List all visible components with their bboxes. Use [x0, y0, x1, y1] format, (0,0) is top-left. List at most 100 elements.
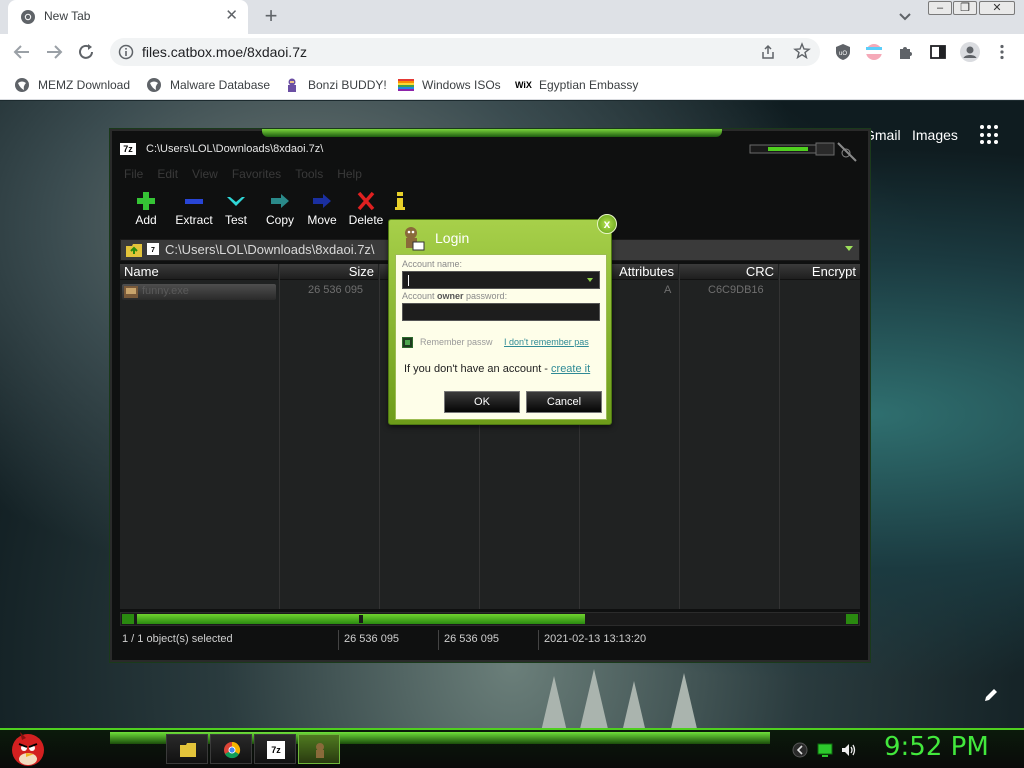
- exe-file-icon: [124, 286, 138, 298]
- sevenzip-path-text[interactable]: C:\Users\LOL\Downloads\8xdaoi.7z\: [165, 242, 395, 259]
- table-row[interactable]: funny.exe: [122, 284, 276, 300]
- login-form: Account name: Account owner password: Re…: [395, 254, 607, 420]
- bookmark-bonzi-buddy[interactable]: Bonzi BUDDY!: [284, 76, 387, 94]
- sevenzip-window-title: C:\Users\LOL\Downloads\8xdaoi.7z\: [146, 143, 324, 155]
- forward-arrow-icon[interactable]: [42, 40, 66, 64]
- column-encrypted: Encrypt: [780, 264, 860, 609]
- chrome-icon: [224, 741, 241, 759]
- bookmark-malware-database[interactable]: Malware Database: [146, 76, 270, 94]
- tray-arrow-icon[interactable]: [792, 742, 808, 758]
- add-label: Add: [135, 213, 157, 227]
- taskbar-bonzi[interactable]: [298, 734, 340, 764]
- cancel-button[interactable]: Cancel: [526, 391, 602, 413]
- profile-avatar-icon[interactable]: [960, 42, 980, 62]
- account-name-input[interactable]: [402, 271, 600, 289]
- menu-edit[interactable]: Edit: [157, 167, 178, 183]
- bookmark-egyptian-embassy[interactable]: WiX Egyptian Embassy: [515, 76, 638, 94]
- password-input[interactable]: [402, 303, 600, 321]
- tab-search-chevron-icon[interactable]: [895, 9, 915, 25]
- folder-up-icon[interactable]: [125, 242, 143, 258]
- status-modified: 2021-02-13 13:13:20: [544, 633, 647, 645]
- ok-button[interactable]: OK: [444, 391, 520, 413]
- taskbar-chrome[interactable]: [210, 734, 252, 764]
- menu-help[interactable]: Help: [337, 167, 362, 183]
- menu-file[interactable]: File: [124, 167, 143, 183]
- create-account-link[interactable]: create it: [551, 363, 590, 375]
- new-tab-button[interactable]: +: [259, 4, 283, 28]
- forgot-password-link[interactable]: I don't remember pas: [504, 337, 600, 347]
- network-monitor-icon[interactable]: [817, 742, 833, 758]
- taskbar-clock[interactable]: 9:52 PM: [884, 732, 989, 762]
- sevenzip-taskbar-icon: 7z: [267, 741, 285, 759]
- site-info-icon[interactable]: [118, 44, 134, 60]
- bookmark-label: Windows ISOs: [422, 78, 501, 92]
- login-close-button[interactable]: x: [597, 214, 617, 234]
- volume-icon[interactable]: [841, 742, 857, 758]
- bookmark-label: Egyptian Embassy: [539, 78, 639, 92]
- column-header-size[interactable]: Size: [280, 264, 378, 280]
- extract-label: Extract: [175, 213, 213, 227]
- account-name-label: Account name:: [402, 259, 463, 269]
- tab-title: New Tab: [44, 9, 91, 23]
- maximize-button[interactable]: ❐: [953, 1, 977, 15]
- share-icon[interactable]: [760, 44, 776, 60]
- extensions-puzzle-icon[interactable]: [897, 43, 915, 61]
- window-caption-buttons[interactable]: [748, 141, 858, 163]
- globe-icon: [147, 78, 161, 92]
- side-panel-icon[interactable]: [929, 43, 947, 61]
- folder-icon: [180, 743, 196, 757]
- minimize-button[interactable]: –: [928, 1, 952, 15]
- bookmark-windows-isos[interactable]: Windows ISOs: [398, 76, 501, 94]
- url-text[interactable]: files.catbox.moe/8xdaoi.7z: [142, 44, 307, 60]
- status-size: 26 536 095: [344, 633, 400, 645]
- browser-menu-icon[interactable]: [993, 43, 1011, 61]
- copy-label: Copy: [265, 213, 294, 227]
- minus-icon: [185, 199, 203, 204]
- chrome-icon: [21, 10, 35, 24]
- login-dialog: Login x Account name: Account owner pass…: [388, 214, 617, 425]
- google-apps-icon[interactable]: [980, 125, 1000, 145]
- column-header-crc[interactable]: CRC: [680, 264, 778, 280]
- login-dialog-title: Login: [435, 230, 470, 246]
- taskbar-7zip[interactable]: 7z: [254, 734, 296, 764]
- file-name: funny.exe: [142, 285, 189, 297]
- angry-bird-start-icon[interactable]: [8, 726, 48, 768]
- menu-tools[interactable]: Tools: [295, 167, 323, 183]
- column-header-name[interactable]: Name: [120, 264, 278, 280]
- scroll-right-icon[interactable]: [846, 614, 858, 624]
- close-window-button[interactable]: ✕: [979, 1, 1015, 15]
- svg-text:7: 7: [151, 247, 155, 254]
- horizontal-scrollbar[interactable]: [120, 612, 860, 626]
- back-arrow-icon[interactable]: [10, 40, 34, 64]
- file-attributes: A: [664, 284, 672, 296]
- bookmark-star-icon[interactable]: [793, 42, 811, 60]
- browser-tab-new-tab[interactable]: New Tab ✕: [8, 0, 248, 34]
- images-link[interactable]: Images: [912, 127, 958, 143]
- pencil-icon[interactable]: [982, 686, 1000, 704]
- bookmark-label: Malware Database: [170, 78, 271, 92]
- copy-arrow-icon: [271, 194, 289, 208]
- no-account-text: If you don't have an account - create it: [404, 363, 591, 375]
- column-header-encrypted[interactable]: Encrypt: [780, 264, 860, 280]
- pride-extension-icon[interactable]: [865, 43, 883, 61]
- bookmarks-bar: MEMZ Download Malware Database Bonzi BUD…: [0, 70, 1024, 100]
- scroll-left-icon[interactable]: [122, 614, 134, 624]
- chevron-down-icon[interactable]: [587, 278, 593, 282]
- tab-close-icon[interactable]: ✕: [225, 8, 238, 24]
- menu-favorites[interactable]: Favorites: [232, 167, 281, 183]
- wallpaper-decoration: [540, 676, 568, 728]
- page-viewport: Gmail Images 7z C:\Users\LOL\Downloads\8…: [0, 101, 1024, 728]
- add-button[interactable]: Add: [120, 189, 172, 235]
- chevron-down-icon[interactable]: [845, 246, 853, 251]
- remember-password-checkbox[interactable]: [402, 337, 413, 348]
- bookmark-memz-download[interactable]: MEMZ Download: [14, 76, 130, 94]
- scrollbar-grip-icon: [359, 615, 363, 623]
- menu-view[interactable]: View: [192, 167, 218, 183]
- status-selected: 1 / 1 object(s) selected: [122, 633, 233, 645]
- reload-icon[interactable]: [74, 40, 98, 64]
- text-caret: [408, 275, 409, 286]
- ublock-shield-icon[interactable]: uO: [834, 43, 852, 61]
- taskbar-explorer[interactable]: [166, 734, 208, 764]
- column-size: Size 26 536 095: [280, 264, 380, 609]
- address-bar[interactable]: files.catbox.moe/8xdaoi.7z: [110, 38, 820, 66]
